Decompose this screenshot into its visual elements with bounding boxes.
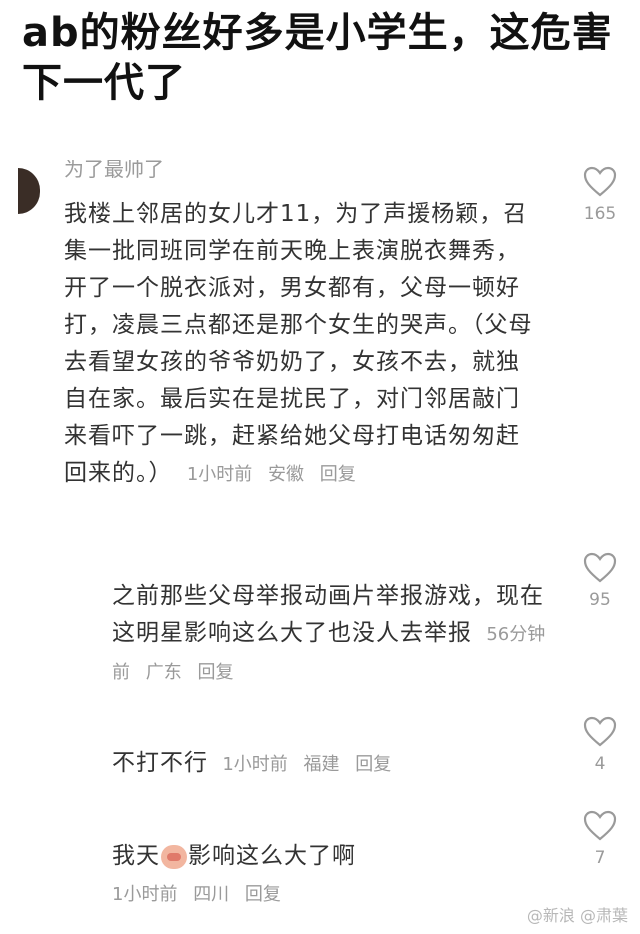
comment-location: 安徽 — [268, 464, 304, 485]
comment-location: 四川 — [193, 884, 230, 905]
comment-text: 我天 影响这么大了啊 — [112, 838, 552, 875]
comment-text: 我楼上邻居的女儿才11，为了声援杨颖，召集一批同班同学在前天晚上表演脱衣舞秀，开… — [64, 196, 534, 493]
comment-location: 福建 — [303, 754, 340, 775]
like-button[interactable]: 7 — [580, 810, 620, 868]
heart-icon — [583, 552, 617, 583]
comment-meta: 1小时前 四川 回复 — [112, 880, 291, 906]
comment-meta: 1小时前 安徽 回复 — [187, 464, 366, 485]
shy-face-emoji-icon — [161, 844, 187, 869]
comment-location: 广东 — [145, 662, 182, 683]
watermark: @新浪 @肃葉 — [526, 906, 628, 925]
like-count: 7 — [594, 848, 606, 868]
like-count: 165 — [583, 204, 617, 224]
like-count: 4 — [594, 754, 606, 774]
comment-body: 我楼上邻居的女儿才11，为了声援杨颖，召集一批同班同学在前天晚上表演脱衣舞秀，开… — [64, 201, 533, 486]
heart-icon — [583, 166, 617, 197]
reply-button[interactable]: 回复 — [197, 662, 233, 683]
reply-button[interactable]: 回复 — [355, 754, 391, 775]
post-headline: ab的粉丝好多是小学生，这危害下一代了 — [22, 10, 613, 106]
reply-button[interactable]: 回复 — [320, 464, 356, 485]
comment-time: 1小时前 — [112, 884, 178, 905]
comment-body: 之前那些父母举报动画片举报游戏，现在这明星影响这么大了也没人去举报 — [112, 583, 544, 646]
comment-text: 之前那些父母举报动画片举报游戏，现在这明星影响这么大了也没人去举报 56分钟前 … — [112, 578, 552, 691]
comment-body: 我天 — [112, 843, 160, 869]
comment-username[interactable]: 为了最帅了 — [64, 160, 164, 180]
like-count: 95 — [589, 590, 611, 610]
like-button[interactable]: 165 — [580, 166, 620, 224]
comment-time: 1小时前 — [222, 754, 288, 775]
comment-meta: 1小时前 福建 回复 — [222, 754, 401, 775]
avatar[interactable] — [18, 168, 40, 214]
like-button[interactable]: 95 — [580, 552, 620, 610]
comment-text: 不打不行 1小时前 福建 回复 — [112, 745, 552, 783]
heart-icon — [583, 810, 617, 841]
comment-time: 1小时前 — [186, 464, 253, 485]
comment-body: 影响这么大了啊 — [188, 843, 356, 869]
comment-body: 不打不行 — [112, 750, 208, 776]
heart-icon — [583, 716, 617, 747]
like-button[interactable]: 4 — [580, 716, 620, 774]
reply-button[interactable]: 回复 — [245, 884, 281, 905]
